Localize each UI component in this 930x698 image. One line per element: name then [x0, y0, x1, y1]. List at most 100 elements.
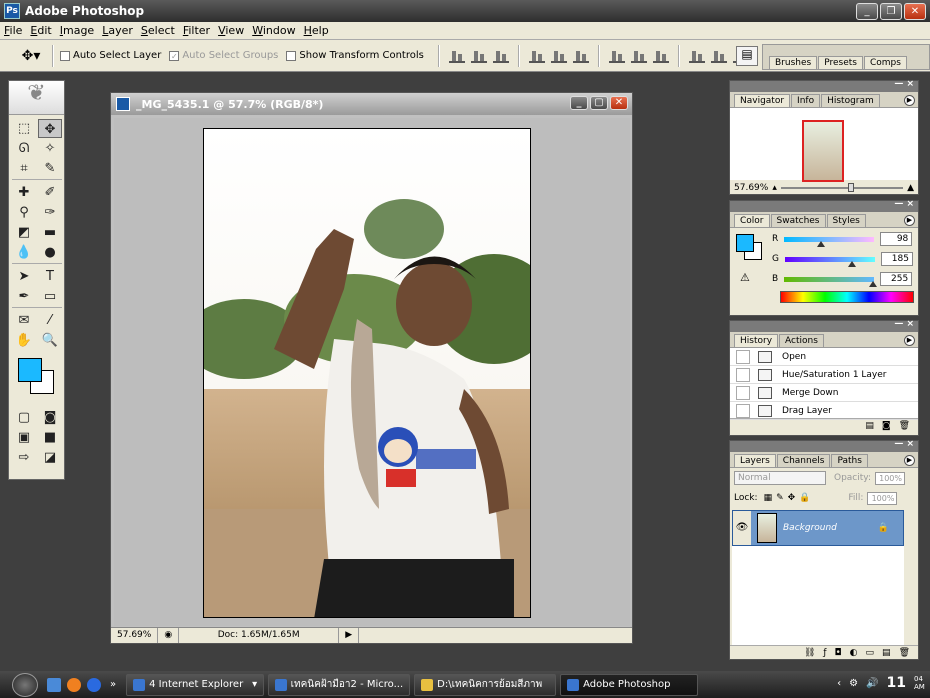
standard-mode-icon[interactable]: ▢ [12, 408, 36, 427]
show-transform-controls-checkbox[interactable]: Show Transform Controls [286, 50, 424, 61]
brush-tool-icon[interactable]: ✐ [38, 183, 62, 202]
tab-swatches[interactable]: Swatches [770, 214, 826, 227]
media-player-icon[interactable] [67, 677, 81, 692]
type-tool-icon[interactable]: T [38, 267, 62, 286]
adjustment-layer-icon[interactable]: ◐ [850, 648, 858, 658]
gradient-tool-icon[interactable]: ▬ [38, 223, 62, 242]
healing-brush-icon[interactable]: ✚ [12, 183, 36, 202]
clone-stamp-icon[interactable]: ⚲ [12, 203, 36, 222]
taskbar-item-photoshop[interactable]: Adobe Photoshop [560, 673, 699, 696]
distribute-vcenter-icon[interactable] [630, 49, 647, 63]
lock-transparency-icon[interactable]: ▦ [764, 493, 773, 503]
layer-mask-icon[interactable]: ◘ [835, 648, 842, 658]
document-title-bar[interactable]: _MG_5435.1 @ 57.7% (RGB/8*) _ ▢ ✕ [111, 93, 632, 115]
history-brush-icon[interactable]: ✑ [38, 203, 62, 222]
blur-tool-icon[interactable]: 💧 [12, 243, 36, 262]
magic-wand-tool-icon[interactable]: ✧ [38, 139, 62, 158]
panel-menu-icon[interactable]: ▶ [904, 95, 915, 106]
volume-icon[interactable]: 🔊 [866, 678, 878, 689]
notes-tool-icon[interactable]: ✉ [12, 311, 36, 330]
tab-info[interactable]: Info [791, 94, 821, 107]
navigator-preview[interactable] [730, 108, 918, 182]
menu-filter[interactable]: Filter [179, 24, 214, 37]
menu-window[interactable]: Window [248, 24, 299, 37]
show-desktop-icon[interactable] [47, 677, 61, 692]
new-document-from-state-icon[interactable]: ▤ [865, 421, 874, 431]
tab-actions[interactable]: Actions [779, 334, 824, 347]
blend-mode-select[interactable]: Normal [734, 471, 826, 485]
foreground-color-swatch[interactable] [18, 358, 42, 382]
distribute-bottom-icon[interactable] [652, 49, 669, 63]
align-bottom-icon[interactable] [492, 49, 509, 63]
jump-to-imageready-icon[interactable]: ⇨ [12, 448, 36, 467]
lasso-tool-icon[interactable]: ᘏ [12, 139, 36, 158]
gamut-warning-icon[interactable]: ⚠ [740, 271, 750, 284]
menu-edit[interactable]: Edit [26, 24, 55, 37]
align-vcenter-icon[interactable] [470, 49, 487, 63]
taskbar-item-folder[interactable]: D:\เทคนิคการย้อมสีภาพ [414, 673, 557, 696]
tab-channels[interactable]: Channels [776, 454, 831, 467]
zoom-level[interactable]: 57.69% [111, 628, 159, 643]
align-right-icon[interactable] [572, 49, 589, 63]
imageready-icon[interactable]: ◪ [38, 448, 62, 467]
tab-paths[interactable]: Paths [831, 454, 868, 467]
b-value[interactable]: 255 [880, 272, 913, 286]
canvas-area[interactable] [114, 118, 630, 626]
well-tab-brushes[interactable]: Brushes [769, 56, 818, 69]
close-button[interactable]: ✕ [904, 3, 926, 20]
screen-mode-icon[interactable]: ▣ [12, 428, 36, 447]
menu-help[interactable]: Help [300, 24, 333, 37]
delete-state-icon[interactable]: 🗑 [899, 421, 910, 431]
doc-minimize-button[interactable]: _ [570, 96, 588, 110]
crop-tool-icon[interactable]: ⌗ [12, 159, 36, 178]
align-left-icon[interactable] [528, 49, 545, 63]
auto-select-layer-checkbox[interactable]: Auto Select Layer [60, 50, 161, 61]
marquee-tool-icon[interactable]: ⬚ [12, 119, 36, 138]
link-layers-icon[interactable]: ⛓ [804, 648, 815, 658]
history-item[interactable]: Open [730, 348, 918, 366]
file-browser-icon[interactable]: ▤ [736, 46, 758, 66]
lock-position-icon[interactable]: ✥ [788, 493, 796, 503]
distribute-left-icon[interactable] [688, 49, 705, 63]
align-hcenter-icon[interactable] [550, 49, 567, 63]
align-top-icon[interactable] [448, 49, 465, 63]
start-button[interactable] [12, 672, 38, 697]
restore-button[interactable]: ❐ [880, 3, 902, 20]
panel-menu-icon[interactable]: ▶ [904, 335, 915, 346]
internet-explorer-icon[interactable] [87, 677, 101, 692]
layer-style-icon[interactable]: ƒ [823, 648, 826, 658]
network-icon[interactable]: ⚙ [849, 678, 858, 689]
zoom-out-icon[interactable]: ▴ [772, 183, 777, 193]
path-selection-icon[interactable]: ➤ [12, 267, 36, 286]
quicklaunch-chevron-icon[interactable]: » [110, 679, 116, 690]
tray-chevron-icon[interactable]: ‹ [837, 678, 841, 689]
delete-layer-icon[interactable]: 🗑 [899, 648, 910, 658]
history-item[interactable]: Merge Down [730, 384, 918, 402]
status-menu-icon[interactable]: ◉ [158, 628, 180, 643]
hand-tool-icon[interactable]: ✋ [12, 331, 36, 350]
panel-header[interactable] [730, 439, 918, 452]
foreground-color-chip[interactable] [736, 234, 754, 252]
quick-mask-icon[interactable]: ◙ [38, 408, 62, 427]
zoom-slider[interactable] [780, 182, 904, 192]
panel-header[interactable] [730, 319, 918, 332]
eraser-tool-icon[interactable]: ◩ [12, 223, 36, 242]
lock-all-icon[interactable]: 🔒 [799, 493, 810, 503]
tab-layers[interactable]: Layers [734, 454, 776, 467]
slice-tool-icon[interactable]: ✎ [38, 159, 62, 178]
panel-header[interactable] [730, 199, 918, 212]
doc-maximize-button[interactable]: ▢ [590, 96, 608, 110]
panel-header[interactable] [730, 79, 918, 92]
layer-row-background[interactable]: 👁 Background 🔒 [732, 510, 904, 546]
taskbar-item-ie[interactable]: 4 Internet Explorer ▾ [126, 673, 265, 696]
distribute-hcenter-icon[interactable] [710, 49, 727, 63]
tab-styles[interactable]: Styles [826, 214, 866, 227]
new-group-icon[interactable]: ▭ [866, 648, 875, 658]
move-tool-icon[interactable]: ✥ [38, 119, 62, 138]
eyedropper-tool-icon[interactable]: ⁄ [38, 311, 62, 330]
g-slider[interactable] [784, 256, 875, 267]
zoom-tool-icon[interactable]: 🔍 [38, 331, 62, 350]
panel-menu-icon[interactable]: ▶ [904, 215, 915, 226]
well-tab-presets[interactable]: Presets [818, 56, 863, 69]
b-slider[interactable] [784, 276, 877, 287]
